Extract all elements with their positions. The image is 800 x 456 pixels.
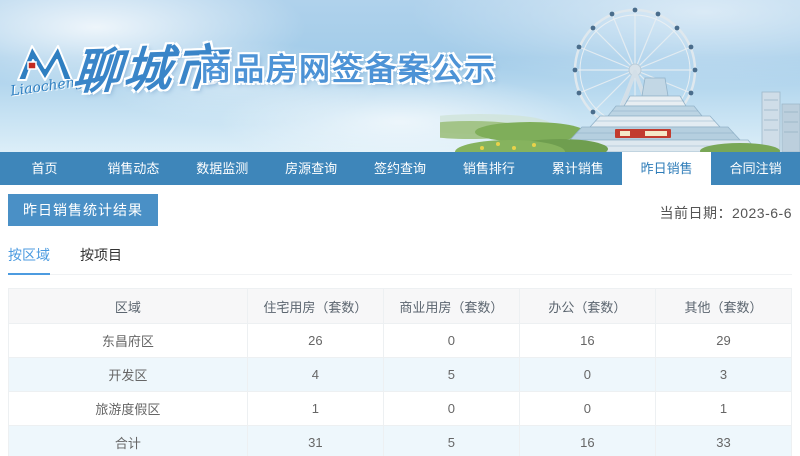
cell-other: 29 — [654, 323, 793, 358]
cell-residential: 1 — [246, 391, 384, 426]
nav-item-cumulative-sales[interactable]: 累计销售 — [533, 152, 622, 185]
cell-other: 1 — [654, 391, 793, 426]
section-title-badge: 昨日销售统计结果 — [8, 194, 158, 226]
nav-item-contract-query[interactable]: 签约查询 — [356, 152, 445, 185]
table-row: 开发区 4 5 0 3 — [8, 357, 793, 392]
tab-by-region[interactable]: 按区域 — [8, 245, 50, 275]
nav-item-home[interactable]: 首页 — [0, 152, 89, 185]
cell-residential: 26 — [246, 323, 384, 358]
current-date: 当前日期：2023-6-6 — [659, 194, 792, 223]
cell-office: 0 — [518, 357, 656, 392]
cell-region: 合计 — [8, 425, 248, 456]
nav-item-contract-cancel[interactable]: 合同注销 — [711, 152, 800, 185]
cell-region: 旅游度假区 — [8, 391, 248, 426]
table-row: 旅游度假区 1 0 0 1 — [8, 391, 793, 426]
cell-office: 0 — [518, 391, 656, 426]
header-banner: Liaocheng 聊城市 商品房网签备案公示 — [0, 0, 800, 152]
section-head: 昨日销售统计结果 当前日期：2023-6-6 — [8, 194, 792, 226]
nav-item-data-monitor[interactable]: 数据监测 — [178, 152, 267, 185]
nav-item-yesterday-sales[interactable]: 昨日销售 — [622, 152, 712, 185]
page: Liaocheng 聊城市 商品房网签备案公示 首页 销售动态 数据监测 房源查… — [0, 0, 800, 456]
col-header-other: 其他（套数） — [654, 288, 793, 324]
cell-office: 16 — [518, 323, 656, 358]
cell-region: 东昌府区 — [8, 323, 248, 358]
city-scenery-image — [440, 7, 800, 152]
cell-office: 16 — [518, 425, 656, 456]
sales-stats-table: 区域 住宅用房（套数） 商业用房（套数） 办公（套数） 其他（套数） 东昌府区 … — [8, 288, 793, 456]
cell-residential: 4 — [246, 357, 384, 392]
table-row-total: 合计 31 5 16 33 — [8, 425, 793, 456]
cell-region: 开发区 — [8, 357, 248, 392]
cell-commercial: 5 — [382, 425, 520, 456]
brand-block: Liaocheng 聊城市 商品房网签备案公示 — [0, 0, 500, 152]
col-header-region: 区域 — [8, 288, 248, 324]
nav-item-housing-query[interactable]: 房源查询 — [267, 152, 356, 185]
current-date-value: 2023-6-6 — [731, 205, 792, 221]
cell-commercial: 0 — [382, 323, 520, 358]
table-header-row: 区域 住宅用房（套数） 商业用房（套数） 办公（套数） 其他（套数） — [8, 288, 793, 324]
cell-commercial: 0 — [382, 391, 520, 426]
cell-commercial: 5 — [382, 357, 520, 392]
current-date-label: 当前日期： — [659, 205, 732, 221]
main-nav: 首页 销售动态 数据监测 房源查询 签约查询 销售排行 累计销售 昨日销售 合同… — [0, 152, 800, 185]
cell-other: 33 — [654, 425, 793, 456]
cell-other: 3 — [654, 357, 793, 392]
table-row: 东昌府区 26 0 16 29 — [8, 323, 793, 358]
col-header-residential: 住宅用房（套数） — [246, 288, 384, 324]
col-header-commercial: 商业用房（套数） — [382, 288, 520, 324]
col-header-office: 办公（套数） — [518, 288, 656, 324]
nav-item-sales-ranking[interactable]: 销售排行 — [444, 152, 533, 185]
nav-item-sales-dynamics[interactable]: 销售动态 — [89, 152, 178, 185]
tab-by-project[interactable]: 按项目 — [80, 245, 122, 274]
view-tabs: 按区域 按项目 — [8, 245, 792, 275]
content-area: 昨日销售统计结果 当前日期：2023-6-6 按区域 按项目 区域 住宅用房（套… — [0, 185, 800, 456]
cell-residential: 31 — [246, 425, 384, 456]
